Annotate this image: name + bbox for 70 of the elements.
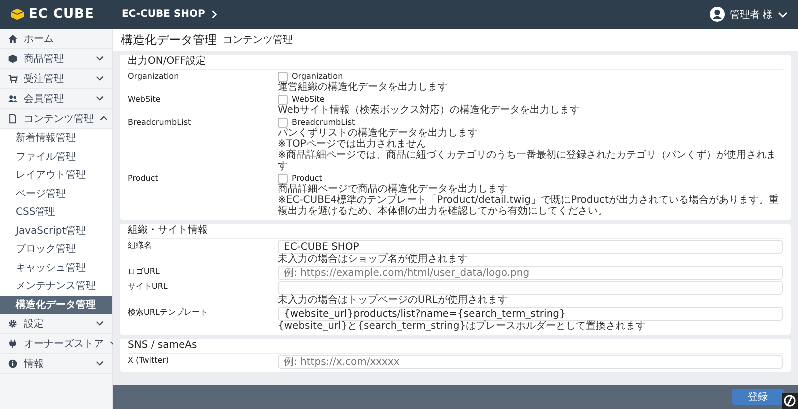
help-text: ※TOPページでは出力されません <box>278 139 428 150</box>
shop-link[interactable]: EC-CUBE SHOP <box>122 9 206 20</box>
help-text: ※EC-CUBE4標準のテンプレート「Product/detail.twig」で既にProductが出力されている場合があります。重複出力を避けるため、本体側の出力を確認してから有効にしてください。 <box>278 195 780 217</box>
help-text: 未入力の場合はショップ名が使用されます <box>278 254 469 265</box>
field-label: 検索URLテンプレート <box>128 307 209 319</box>
card-title: SNS / sameAs <box>128 339 783 354</box>
card-title: 組織・サイト情報 <box>128 224 783 239</box>
file-icon <box>8 114 18 124</box>
chevron-down-icon <box>778 12 788 18</box>
page-subtitle: コンテンツ管理 <box>223 34 293 47</box>
input-field[interactable]: 例: https://x.com/xxxxx <box>278 355 783 369</box>
card-title: 出力ON/OFF設定 <box>128 55 783 70</box>
field-label: Organization <box>128 71 180 83</box>
field-label: ロゴURL <box>128 266 161 278</box>
field-label: サイトURL <box>128 281 169 293</box>
field-label: X (Twitter) <box>128 355 170 367</box>
help-text: 未入力の場合はトップページのURLが使用されます <box>278 295 509 306</box>
sidebar-subitem[interactable]: ファイル管理 <box>0 148 112 166</box>
help-text: ※商品詳細ページでは、商品に紐づくカテゴリのうち一番最初に登録されたカテゴリ（パンくず）が使用されます <box>278 150 778 172</box>
help-text: 運営組織の構造化データを出力します <box>278 82 449 93</box>
help-text: {website_url}と{search_term_string}はプレースホルダーとして置換されます <box>278 321 648 332</box>
sidebar-subitem[interactable]: ブロック管理 <box>0 240 112 258</box>
register-button[interactable]: 登録 <box>732 389 784 405</box>
checkbox-label: BreadcrumbList <box>292 117 356 128</box>
info-icon <box>8 358 18 368</box>
sidebar-subitem[interactable]: ページ管理 <box>0 184 112 203</box>
user-avatar-icon <box>710 7 725 22</box>
checkbox[interactable]: Organization <box>278 71 783 82</box>
field-label: BreadcrumbList <box>128 117 192 129</box>
sidebar-item[interactable]: 情報 <box>0 354 112 374</box>
sidebar-item[interactable]: 商品管理 <box>0 49 112 69</box>
sidebar-subitem[interactable]: キャッシュ管理 <box>0 258 112 277</box>
cube-logo-icon <box>10 8 25 21</box>
sidebar-subitem[interactable]: CSS管理 <box>0 203 112 222</box>
sidebar-item[interactable]: 受注管理 <box>0 69 112 89</box>
checkbox-label: WebSite <box>292 94 325 105</box>
help-text: 商品詳細ページで商品の構造化データを出力します <box>278 184 509 195</box>
home-icon <box>8 34 18 44</box>
checkbox-label: Organization <box>292 71 344 82</box>
help-text: パンくずリストの構造化データを出力します <box>278 128 479 139</box>
input-field[interactable] <box>278 281 783 295</box>
sidebar-subitem[interactable]: JavaScript管理 <box>0 222 112 240</box>
checkbox-label: Product <box>292 173 322 184</box>
sidebar-item[interactable]: ホーム <box>0 29 112 49</box>
input-field[interactable]: 例: https://example.com/html/user_data/logo.png <box>278 266 783 280</box>
settings-icon <box>8 318 18 328</box>
toolbar-logo-icon[interactable] <box>782 393 798 409</box>
field-label: Product <box>128 173 160 185</box>
sidebar-subitem[interactable]: 構造化データ管理 <box>0 296 112 314</box>
checkbox[interactable]: WebSite <box>278 94 783 105</box>
field-label: WebSite <box>128 94 162 106</box>
sidebar-subitem[interactable]: 新着情報管理 <box>0 129 112 148</box>
plug-icon <box>8 338 18 348</box>
sidebar-subitem[interactable]: メンテナンス管理 <box>0 277 112 296</box>
cart-icon <box>8 74 18 84</box>
logo-text[interactable]: EC CUBE <box>29 7 94 22</box>
input-field[interactable]: EC-CUBE SHOP <box>278 240 783 254</box>
help-text: Webサイト情報（検索ボックス対応）の構造化データを出力します <box>278 105 581 116</box>
user-menu[interactable]: 管理者 様 <box>710 7 788 22</box>
sidebar-subitem[interactable]: レイアウト管理 <box>0 166 112 184</box>
chevron-right-icon <box>211 10 218 19</box>
users-icon <box>8 94 18 104</box>
input-field[interactable]: {website_url}products/list?name={search_term_string} <box>278 307 783 321</box>
field-label: 組織名 <box>128 240 153 252</box>
page-title: 構造化データ管理 <box>121 32 217 48</box>
checkbox[interactable]: Product <box>278 173 783 184</box>
box-icon <box>8 54 18 64</box>
sidebar-item[interactable]: 会員管理 <box>0 89 112 109</box>
checkbox[interactable]: BreadcrumbList <box>278 117 783 128</box>
sidebar-item[interactable]: 設定 <box>0 314 112 334</box>
